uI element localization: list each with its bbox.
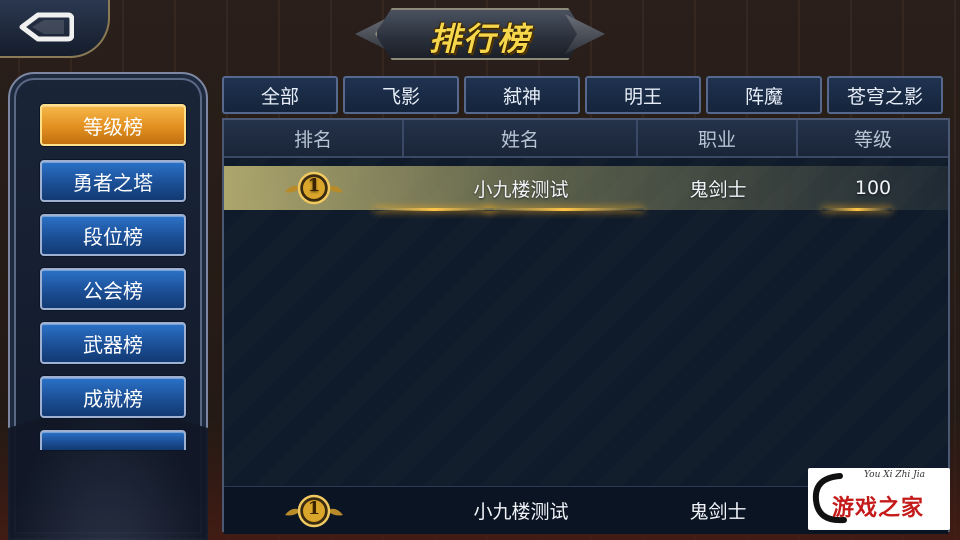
class-tabs: 全部 飞影 弑神 明王 阵魔 苍穹之影 — [222, 76, 946, 114]
column-header-rank: 排名 — [224, 120, 404, 158]
self-rank-cell: 1 — [224, 491, 404, 531]
table-header: 排名 姓名 职业 等级 — [224, 120, 948, 158]
sidebar-item-weapon[interactable]: 武器榜 — [40, 322, 186, 364]
rank-number: 1 — [307, 175, 321, 196]
rank-medal-icon: 1 — [279, 491, 349, 531]
logo-script-text: You Xi Zhi Jia — [864, 470, 926, 480]
tab-shishen[interactable]: 弑神 — [464, 76, 580, 114]
level-cell: 100 — [854, 177, 892, 199]
name-cell: 小九楼测试 — [473, 178, 569, 201]
table-row[interactable]: 1 小九楼测试 鬼剑士 100 — [224, 166, 948, 210]
column-header-level: 等级 — [798, 120, 948, 158]
tab-feiying[interactable]: 飞影 — [343, 76, 459, 114]
self-name-cell: 小九楼测试 — [473, 501, 569, 523]
glow-effect — [374, 208, 494, 211]
watermark-logo: You Xi Zhi Jia 游戏之家 — [808, 468, 950, 530]
sidebar-item-tower[interactable]: 勇者之塔 — [40, 160, 186, 202]
logo-name-text: 游戏之家 — [832, 496, 925, 521]
rank-medal-icon: 1 — [279, 168, 349, 208]
sidebar-item-partial[interactable] — [40, 430, 186, 450]
sidebar-fan-ornament — [8, 400, 208, 540]
job-cell: 鬼剑士 — [689, 178, 747, 201]
sidebar-item-guild[interactable]: 公会榜 — [40, 268, 186, 310]
rank-cell: 1 — [224, 168, 404, 208]
tab-all[interactable]: 全部 — [222, 76, 338, 114]
tab-cangqiong[interactable]: 苍穹之影 — [827, 76, 943, 114]
self-rank-number: 1 — [307, 497, 321, 519]
sidebar-item-level[interactable]: 等级榜 — [40, 104, 186, 146]
column-header-name: 姓名 — [404, 120, 638, 158]
self-job-cell: 鬼剑士 — [689, 501, 747, 523]
tab-zhenmo[interactable]: 阵魔 — [706, 76, 822, 114]
column-header-job: 职业 — [638, 120, 798, 158]
back-button[interactable] — [0, 0, 110, 58]
sidebar-item-rank-tier[interactable]: 段位榜 — [40, 214, 186, 256]
back-arrow-icon — [19, 12, 74, 42]
glow-effect — [822, 208, 892, 211]
tab-mingwang[interactable]: 明王 — [585, 76, 701, 114]
glow-effect — [484, 208, 644, 211]
sidebar-item-achievement[interactable]: 成就榜 — [40, 376, 186, 418]
page-title: 排行榜 — [428, 20, 531, 58]
title-banner: 排行榜 — [355, 2, 605, 68]
